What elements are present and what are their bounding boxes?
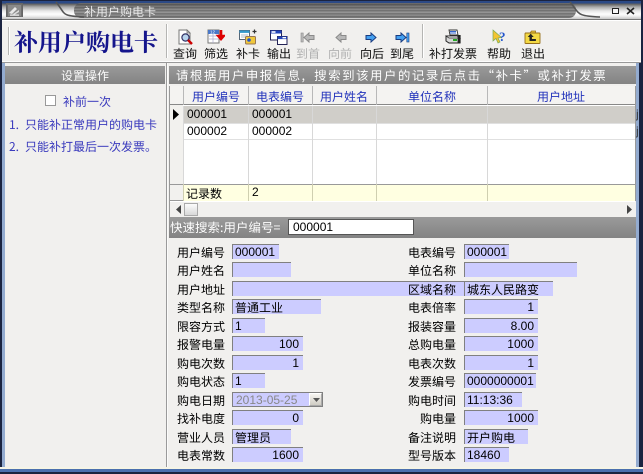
svg-text:12: 12 (210, 30, 216, 35)
svg-text:?: ? (499, 29, 506, 44)
